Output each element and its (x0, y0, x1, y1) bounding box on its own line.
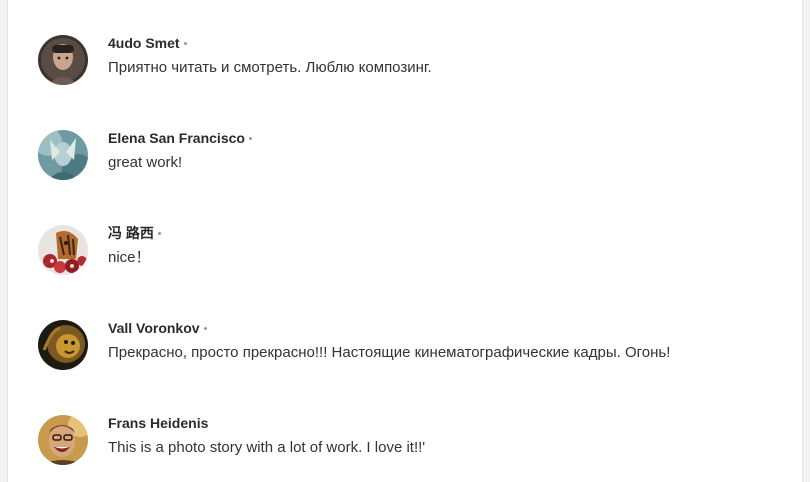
comment-text: Прекрасно, просто прекрасно!!! Настоящие… (108, 344, 671, 361)
comment-text: nice！ (108, 249, 151, 266)
separator-dot-icon (248, 136, 252, 140)
author-line: Elena San Francisco (108, 130, 252, 146)
avatar[interactable] (38, 415, 88, 465)
avatar-portrait-dark-icon (38, 35, 88, 85)
author-name[interactable]: Elena San Francisco (108, 130, 245, 146)
comment-text: great work! (108, 154, 183, 171)
comment-item: Elena San Francisco great work! (38, 130, 778, 182)
separator-dot-icon (203, 326, 207, 330)
avatar[interactable] (38, 320, 88, 370)
avatar-smiling-man-icon (38, 415, 88, 465)
author-line: 4udo Smet (108, 35, 187, 51)
author-line: Vall Voronkov (108, 320, 207, 336)
author-name[interactable]: Frans Heidenis (108, 415, 208, 431)
comment-item: Vall Voronkov Прекрасно, просто прекрасн… (38, 320, 778, 372)
comment-item: 4udo Smet Приятно читать и смотреть. Люб… (38, 35, 778, 87)
avatar[interactable] (38, 130, 88, 180)
avatar-golden-lion-icon (38, 320, 88, 370)
separator-dot-icon (183, 41, 187, 45)
avatar-tiger-flowers-icon (38, 225, 88, 275)
comment-text: This is a photo story with a lot of work… (108, 439, 426, 456)
author-line: Frans Heidenis (108, 415, 208, 431)
comment-text: Приятно читать и смотреть. Люблю компози… (108, 59, 432, 76)
comment-item: 冯 路西 nice！ (38, 225, 778, 277)
author-name[interactable]: 4udo Smet (108, 35, 180, 51)
separator-dot-icon (157, 231, 161, 235)
avatar[interactable] (38, 35, 88, 85)
author-name[interactable]: 冯 路西 (108, 225, 154, 241)
author-line: 冯 路西 (108, 225, 161, 241)
comments-panel: 4udo Smet Приятно читать и смотреть. Люб… (7, 0, 803, 482)
comment-item: Frans Heidenis This is a photo story wit… (38, 415, 778, 467)
author-name[interactable]: Vall Voronkov (108, 320, 200, 336)
avatar-teal-sculpture-icon (38, 130, 88, 180)
avatar[interactable] (38, 225, 88, 275)
